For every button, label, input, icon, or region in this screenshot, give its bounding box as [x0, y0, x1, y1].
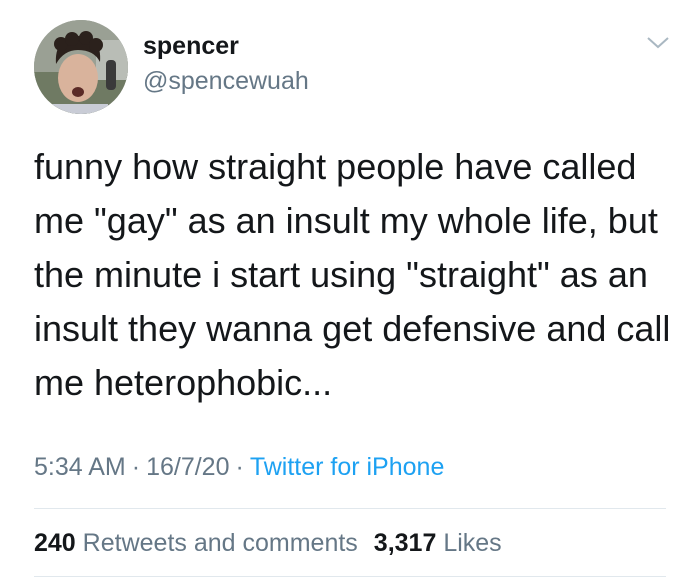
likes-count: 3,317 [373, 529, 437, 557]
tweet-source-link[interactable]: Twitter for iPhone [250, 453, 445, 481]
tweet-stats: 240 Retweets and comments 3,317 Likes [34, 527, 502, 559]
divider [34, 508, 666, 509]
tweet-date[interactable]: 16/7/20 [146, 453, 229, 481]
tweet-text-line: the minute i start using "straight" as a… [34, 254, 648, 295]
tweet-text: funny how straight people have called me… [34, 140, 674, 410]
tweet-text-line: funny how straight people have called [34, 146, 637, 187]
meta-separator: · [131, 453, 141, 481]
display-name[interactable]: spencer [143, 31, 239, 61]
avatar-photo [34, 20, 128, 114]
retweets-stat[interactable]: 240 Retweets and comments [34, 529, 358, 557]
tweet-text-line: me "gay" as an insult my whole life, but [34, 200, 658, 241]
chevron-down-icon[interactable] [645, 34, 671, 52]
tweet-time[interactable]: 5:34 AM [34, 453, 126, 481]
tweet-card: spencer @spencewuah funny how straight p… [0, 0, 700, 579]
tweet-text-line: me heterophobic... [34, 362, 333, 403]
retweets-count: 240 [34, 529, 76, 557]
tweet-text-line: insult they wanna get defensive and call [34, 308, 671, 349]
likes-stat[interactable]: 3,317 Likes [374, 529, 502, 557]
avatar[interactable] [34, 20, 128, 114]
retweets-label: Retweets and comments [82, 529, 358, 557]
tweet-meta: 5:34 AM · 16/7/20 · Twitter for iPhone [34, 451, 444, 483]
likes-label: Likes [443, 529, 502, 557]
meta-separator: · [235, 453, 244, 481]
user-handle[interactable]: @spencewuah [143, 66, 309, 96]
divider [34, 576, 666, 577]
